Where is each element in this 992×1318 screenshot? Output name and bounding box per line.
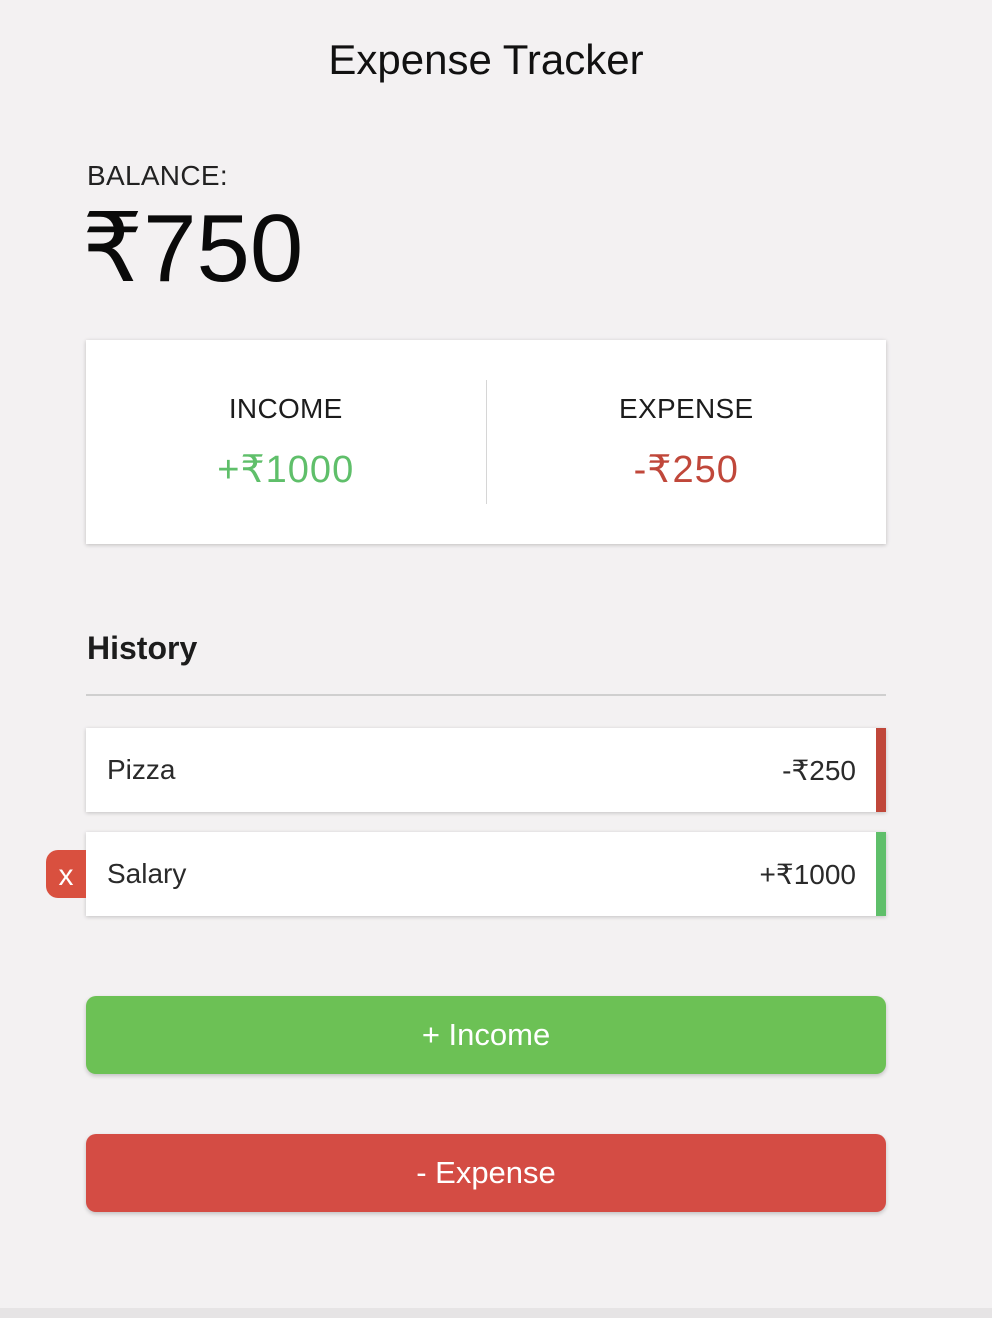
income-amount: +₹1000 bbox=[217, 448, 355, 491]
expense-summary: EXPENSE -₹250 bbox=[487, 393, 887, 492]
history-item-name: Pizza bbox=[107, 754, 176, 785]
history-item-amount: -₹250 bbox=[782, 754, 856, 786]
history-item-salary[interactable]: Salary +₹1000 bbox=[86, 832, 886, 916]
history-item-name: Salary bbox=[107, 858, 187, 889]
history-item-amount: +₹1000 bbox=[759, 858, 856, 890]
delete-transaction-button[interactable]: x bbox=[46, 850, 86, 898]
history-divider bbox=[86, 694, 886, 696]
income-expense-summary-card: INCOME +₹1000 EXPENSE -₹250 bbox=[86, 340, 886, 544]
expense-label: EXPENSE bbox=[619, 392, 754, 424]
balance-label: BALANCE: bbox=[87, 160, 228, 191]
history-title: History bbox=[87, 630, 198, 666]
history-item-pizza[interactable]: Pizza -₹250 bbox=[86, 728, 886, 812]
add-income-button[interactable]: + Income bbox=[86, 996, 886, 1074]
page-title: Expense Tracker bbox=[328, 36, 644, 83]
expense-tracker-page: Expense Tracker BALANCE: ₹750 INCOME +₹1… bbox=[0, 0, 992, 1318]
income-label: INCOME bbox=[228, 392, 343, 424]
bottom-edge bbox=[0, 1308, 992, 1318]
income-summary: INCOME +₹1000 bbox=[86, 393, 486, 492]
expense-amount: -₹250 bbox=[633, 448, 739, 491]
balance-value: ₹750 bbox=[82, 195, 304, 302]
income-indicator-bar bbox=[876, 832, 886, 916]
add-expense-button[interactable]: - Expense bbox=[86, 1134, 886, 1212]
expense-indicator-bar bbox=[876, 728, 886, 812]
